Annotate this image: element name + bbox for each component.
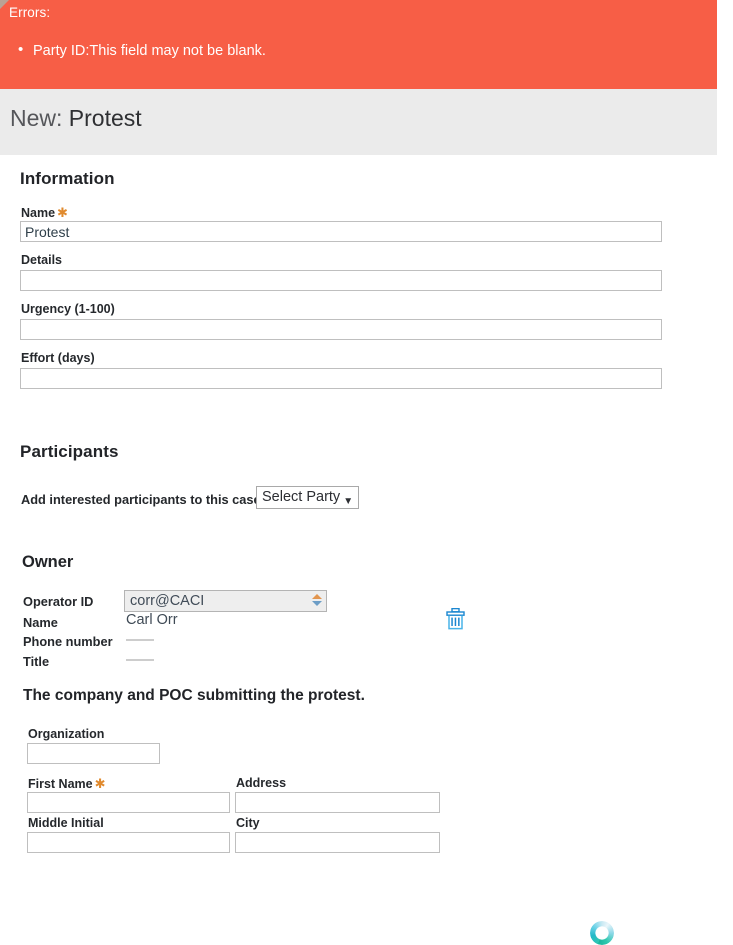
list-item: Party ID:This field may not be blank. [33, 42, 266, 60]
middle-initial-label: Middle Initial [28, 816, 104, 830]
poc-heading: The company and POC submitting the prote… [23, 687, 365, 705]
information-card: Information Name✱ Details Urgency (1-100… [4, 155, 717, 411]
middle-initial-input[interactable] [27, 832, 230, 853]
address-label: Address [236, 776, 286, 790]
corner-marker-icon [0, 0, 9, 9]
name-input[interactable] [20, 221, 662, 242]
owner-name-label: Name [23, 615, 58, 630]
effort-input[interactable] [20, 368, 662, 389]
page-title-value: Protest [69, 105, 142, 131]
information-heading: Information [20, 169, 115, 189]
urgency-label: Urgency (1-100) [21, 302, 115, 316]
errors-heading: Errors: [9, 5, 50, 20]
first-name-input[interactable] [27, 792, 230, 813]
select-party-dropdown[interactable]: Select Party ▼ [256, 486, 359, 509]
details-input[interactable] [20, 270, 662, 291]
page-title-prefix: New: [10, 105, 62, 131]
owner-phone-label: Phone number [23, 634, 113, 649]
first-name-label: First Name✱ [28, 776, 106, 792]
city-label: City [236, 816, 260, 830]
trash-icon-glyph [446, 608, 465, 630]
effort-label: Effort (days) [21, 351, 95, 365]
city-input[interactable] [235, 832, 440, 853]
owner-heading: Owner [22, 553, 73, 572]
operator-id-value: corr@CACI [130, 593, 204, 609]
organization-input[interactable] [27, 743, 160, 764]
participants-heading: Participants [20, 442, 119, 462]
chevron-down-icon: ▼ [343, 493, 353, 510]
operator-id-stepper[interactable]: corr@CACI [124, 590, 327, 612]
name-label: Name✱ [21, 205, 68, 221]
owner-phone-value: —— [126, 632, 153, 648]
urgency-input[interactable] [20, 319, 662, 340]
owner-title-label: Title [23, 654, 49, 669]
required-star-icon: ✱ [95, 776, 106, 791]
required-star-icon: ✱ [57, 205, 68, 220]
owner-name-value: Carl Orr [126, 612, 178, 628]
page-title: New: Protest [10, 105, 142, 132]
page-title-bar: New: Protest [0, 89, 717, 155]
organization-label: Organization [28, 727, 104, 741]
error-banner: Errors: Party ID:This field may not be b… [0, 0, 717, 89]
chevron-up-icon[interactable] [312, 594, 322, 599]
participants-card: Participants Add interested participants… [4, 424, 717, 844]
loading-spinner-icon [590, 921, 614, 945]
address-input[interactable] [235, 792, 440, 813]
chevron-down-icon[interactable] [312, 601, 322, 606]
select-party-value: Select Party [262, 489, 340, 505]
trash-icon[interactable] [446, 608, 464, 629]
error-list: Party ID:This field may not be blank. [0, 42, 266, 60]
details-label: Details [21, 253, 62, 267]
owner-title-value: —— [126, 652, 153, 668]
operator-id-label: Operator ID [23, 594, 93, 609]
add-participants-label: Add interested participants to this case [21, 492, 261, 507]
stepper-arrows-icon[interactable] [312, 593, 323, 610]
